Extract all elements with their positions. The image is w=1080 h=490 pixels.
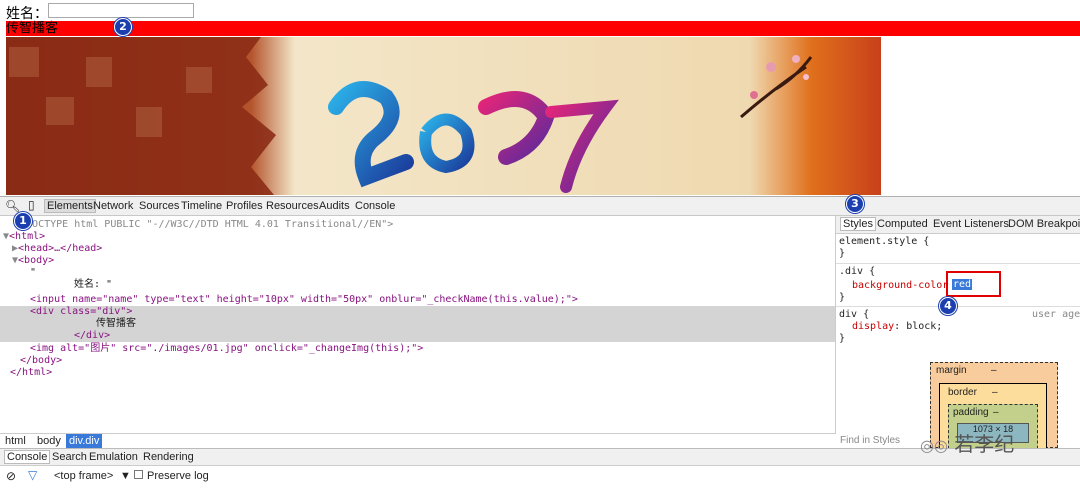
filter-icon[interactable]: ▽ (28, 468, 37, 482)
dom-node-html-close[interactable]: </html> (10, 367, 52, 379)
wechat-icon: ◎◎ (920, 436, 948, 455)
dom-node-html-tag: <html> (9, 231, 46, 242)
breadcrumb-html[interactable]: html (2, 434, 29, 448)
watermark: ◎◎ 若李纪 (920, 428, 1014, 457)
box-model-margin-value: – (991, 365, 997, 376)
box-model-margin-label: margin (936, 365, 967, 376)
text-node-div-content[interactable]: 传智播客 (96, 318, 136, 330)
dom-node-div-tag: <div class="div"> (30, 306, 133, 317)
dom-node-head-tag: <head>…</head> (18, 243, 103, 254)
breadcrumb-div[interactable]: div.div (66, 434, 103, 448)
text-node-quote[interactable]: " (30, 267, 36, 279)
annotation-badge-2: 2 (114, 18, 132, 36)
name-label: 姓名： (6, 6, 48, 22)
rule-div-display-prop: display (852, 321, 895, 332)
devtools-toolbar: 🔍︎ ▯ Elements Network Sources Timeline P… (0, 196, 1080, 216)
drawer-tab-rendering[interactable]: Rendering (143, 451, 194, 463)
dom-node-body[interactable]: ▼<body> (12, 255, 54, 267)
drawer-tab-emulation[interactable]: Emulation (89, 451, 138, 463)
rule-div-class-selector[interactable]: .div { (839, 266, 875, 278)
tab-event-listeners[interactable]: Event Listeners (933, 218, 1009, 230)
breadcrumb-body[interactable]: body (34, 434, 64, 448)
box-model-padding-label: padding (953, 407, 989, 418)
dom-node-body-tag: <body> (18, 255, 55, 266)
dom-node-div[interactable]: <div class="div"> (30, 306, 132, 318)
dom-node-img-text: <img alt="图片" src="./images/01.jpg" oncl… (30, 343, 424, 354)
dom-node-img[interactable]: <img alt="图片" src="./images/01.jpg" oncl… (30, 343, 423, 355)
tab-elements[interactable]: Elements (44, 199, 96, 213)
rule-div-source: user agent (1032, 309, 1080, 320)
find-in-styles-input[interactable]: Find in Styles (840, 435, 900, 446)
name-input[interactable] (48, 3, 194, 18)
rule-div-class-close: } (839, 292, 846, 303)
dom-node-head[interactable]: ▶<head>…</head> (12, 243, 102, 255)
tab-timeline[interactable]: Timeline (181, 200, 222, 212)
rule-div-close: } (839, 333, 846, 344)
rule-div-class-property[interactable]: background-color (852, 280, 948, 292)
annotation-badge-1: 1 (14, 212, 32, 230)
annotation-badge-3: 3 (846, 195, 864, 213)
console-toolbar: ⊘ ▽ <top frame> ▼ Preserve log (0, 466, 1080, 486)
tab-profiles[interactable]: Profiles (226, 200, 263, 212)
doctype-line[interactable]: <!DOCTYPE html PUBLIC "-//W3C//DTD HTML … (14, 219, 393, 231)
tab-network[interactable]: Network (93, 200, 133, 212)
rule-div-display-value: block; (906, 321, 943, 332)
dom-node-body-close[interactable]: </body> (20, 355, 62, 367)
breadcrumb: html body div.div (0, 433, 836, 448)
dom-node-input-text: <input name="name" type="text" height="1… (30, 294, 578, 305)
box-model-padding-value: – (993, 407, 999, 418)
inspect-icon[interactable]: 🔍︎ (5, 199, 20, 213)
watermark-text: 若李纪 (954, 432, 1015, 456)
red-div: 传智播客 (6, 21, 1080, 36)
chevron-down-icon[interactable]: ▼ (120, 470, 131, 482)
frame-select[interactable]: <top frame> (54, 470, 113, 482)
element-style-open[interactable]: element.style { (839, 236, 929, 248)
rule-div-class-value[interactable]: red (952, 279, 973, 290)
styles-tabs: Styles Computed Event Listeners DOM Brea… (836, 216, 1080, 234)
preserve-log-label: Preserve log (147, 470, 209, 482)
elements-pane: <!DOCTYPE html PUBLIC "-//W3C//DTD HTML … (0, 216, 836, 433)
device-mode-icon[interactable]: ▯ (28, 198, 35, 212)
rule-div-selector[interactable]: div { (839, 309, 869, 321)
drawer-tab-search[interactable]: Search (52, 451, 87, 463)
annotation-badge-4: 4 (939, 297, 957, 315)
dom-node-html[interactable]: ▼<html> (3, 231, 45, 243)
styles-pane: Styles Computed Event Listeners DOM Brea… (836, 216, 1080, 448)
dom-node-input[interactable]: <input name="name" type="text" height="1… (30, 294, 578, 306)
drawer-tab-console[interactable]: Console (4, 450, 51, 464)
rule-div-display[interactable]: display: block; (852, 321, 942, 333)
preserve-log-checkbox[interactable] (134, 470, 143, 479)
text-node-name[interactable]: 姓名: " (74, 279, 112, 291)
banner-image[interactable] (6, 37, 881, 195)
tab-console[interactable]: Console (355, 200, 395, 212)
tab-resources[interactable]: Resources (266, 200, 319, 212)
tab-sources[interactable]: Sources (139, 200, 179, 212)
clear-console-icon[interactable]: ⊘ (6, 469, 16, 483)
tab-computed[interactable]: Computed (877, 218, 928, 230)
tab-styles[interactable]: Styles (840, 217, 876, 231)
tab-dom-breakpoints[interactable]: DOM Breakpoin (1008, 218, 1080, 230)
box-model-border-label: border (948, 387, 977, 398)
drawer-tabs: Console Search Emulation Rendering (0, 448, 1080, 466)
dom-node-div-close[interactable]: </div> (74, 330, 110, 342)
tab-audits[interactable]: Audits (319, 200, 350, 212)
element-style-close: } (839, 248, 846, 259)
box-model-border-value: – (992, 387, 998, 398)
